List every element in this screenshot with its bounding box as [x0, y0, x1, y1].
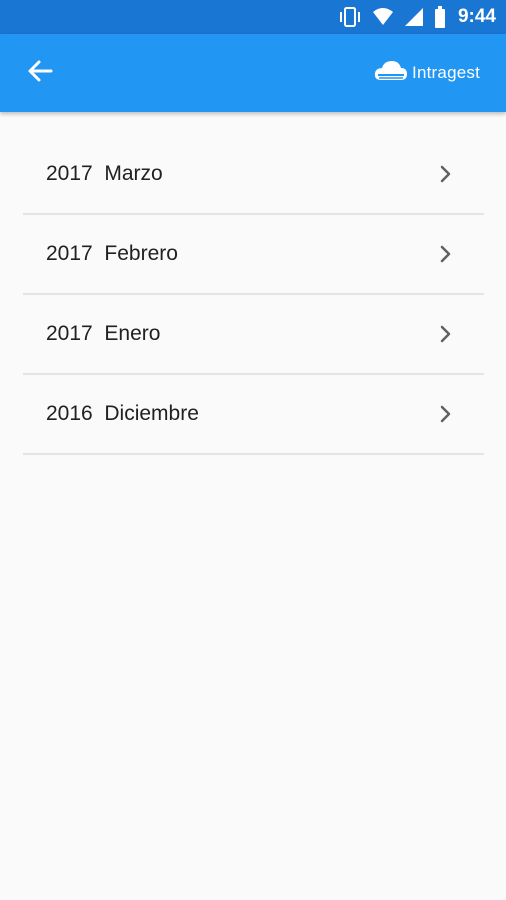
status-bar: 9:44: [0, 0, 506, 34]
brand: Intragest: [373, 58, 480, 89]
chevron-right-icon: [440, 164, 454, 184]
wifi-icon: [372, 7, 394, 27]
status-time: 9:44: [457, 6, 496, 27]
brand-name: Intragest: [412, 63, 480, 82]
cloud-logo-icon: [373, 58, 409, 89]
list-item[interactable]: 2017 Febrero: [23, 215, 484, 295]
list-item-label: 2016 Diciembre: [46, 402, 199, 425]
chevron-right-icon: [440, 244, 454, 264]
list-item[interactable]: 2017 Enero: [23, 295, 484, 375]
back-button[interactable]: [24, 57, 56, 89]
chevron-right-icon: [440, 324, 454, 344]
app-bar: Intragest: [0, 34, 506, 112]
list-item-label: 2017 Febrero: [46, 242, 178, 265]
battery-icon: [434, 6, 446, 28]
chevron-right-icon: [440, 404, 454, 424]
vibrate-icon: [338, 6, 362, 28]
list-item[interactable]: 2016 Diciembre: [23, 375, 484, 455]
list-item-label: 2017 Enero: [46, 322, 161, 345]
list-item[interactable]: 2017 Marzo: [23, 135, 484, 215]
month-list: 2017 Marzo 2017 Febrero 2017 Enero 2016 …: [23, 135, 484, 455]
signal-icon: [404, 7, 424, 27]
arrow-left-icon: [27, 58, 53, 89]
list-item-label: 2017 Marzo: [46, 162, 163, 185]
